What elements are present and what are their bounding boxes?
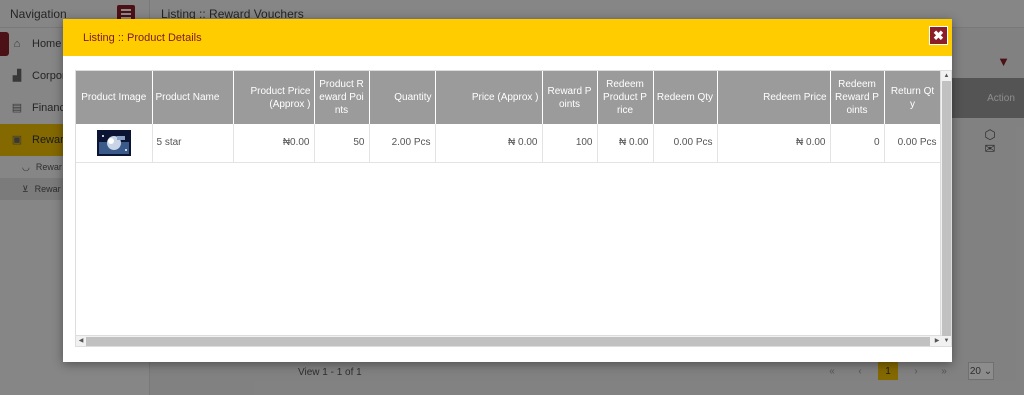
column-header-return-qty[interactable]: Return Qt y — [884, 71, 942, 124]
column-header-redeem-qty[interactable]: Redeem Qty — [653, 71, 718, 124]
return-qty-cell: 0.00 Pcs — [884, 124, 942, 163]
modal-header: Listing :: Product Details ✖ — [63, 19, 952, 56]
modal-title: Listing :: Product Details — [83, 31, 202, 44]
product-name-cell: 5 star — [152, 124, 234, 163]
product-grid: Product Image Product Name Product Price… — [75, 70, 952, 347]
product-reward-points-cell: 50 — [314, 124, 370, 163]
quantity-cell: 2.00 Pcs — [369, 124, 436, 163]
product-details-modal: Listing :: Product Details ✖ Product Ima… — [63, 19, 952, 362]
column-header-reward-points[interactable]: Reward P oints — [542, 71, 598, 124]
redeem-reward-points-cell: 0 — [830, 124, 885, 163]
scroll-up-icon[interactable]: ▲ — [941, 71, 951, 81]
scroll-left-icon[interactable]: ◀ — [76, 336, 86, 346]
product-price-cell: ₦0.00 — [233, 124, 315, 163]
scroll-right-icon[interactable]: ▶ — [932, 336, 942, 346]
table-header-row: Product Image Product Name Product Price… — [76, 71, 942, 124]
column-header-redeem-reward-points[interactable]: Redeem Reward P oints — [830, 71, 885, 124]
close-icon[interactable]: ✖ — [929, 26, 948, 45]
reward-points-cell: 100 — [542, 124, 598, 163]
vertical-scrollbar[interactable]: ▲ ▼ — [940, 71, 951, 346]
redeem-price-cell: ₦ 0.00 — [717, 124, 831, 163]
vertical-scroll-thumb[interactable] — [942, 81, 951, 336]
scroll-down-icon[interactable]: ▼ — [941, 336, 951, 346]
product-image[interactable] — [96, 129, 131, 156]
column-header-price-approx[interactable]: Price (Approx ) — [435, 71, 543, 124]
redeem-qty-cell: 0.00 Pcs — [653, 124, 718, 163]
column-header-product-reward-points[interactable]: Product R eward Poi nts — [314, 71, 370, 124]
column-header-redeem-product-price[interactable]: Redeem Product P rice — [597, 71, 654, 124]
product-table: Product Image Product Name Product Price… — [76, 71, 942, 163]
horizontal-scrollbar[interactable]: ◀ ▶ — [76, 335, 942, 346]
column-header-quantity[interactable]: Quantity — [369, 71, 436, 124]
column-header-product-image[interactable]: Product Image — [76, 71, 153, 124]
column-header-product-price[interactable]: Product Price (Approx ) — [233, 71, 315, 124]
price-approx-cell: ₦ 0.00 — [435, 124, 543, 163]
horizontal-scroll-thumb[interactable] — [86, 337, 930, 346]
redeem-product-price-cell: ₦ 0.00 — [597, 124, 654, 163]
table-row[interactable]: 5 star ₦0.00 50 2.00 Pcs ₦ 0.00 100 ₦ 0.… — [76, 124, 942, 163]
column-header-product-name[interactable]: Product Name — [152, 71, 234, 124]
product-image-cell — [76, 124, 153, 163]
column-header-redeem-price[interactable]: Redeem Price — [717, 71, 831, 124]
